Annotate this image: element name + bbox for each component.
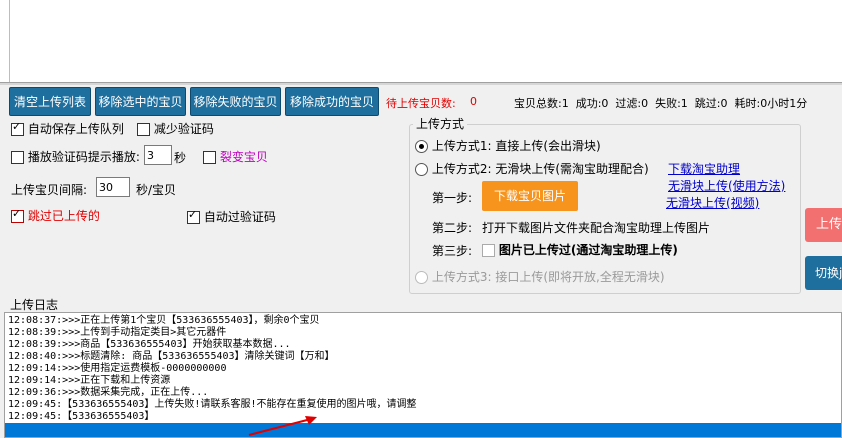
step2-label: 第二步: — [432, 221, 473, 235]
skip-uploaded-option[interactable]: 跳过已上传的 — [11, 207, 100, 224]
left-edge-strip — [0, 0, 10, 82]
log-line: 12:09:45:【533636555403】 — [8, 411, 155, 422]
mode2-label: 上传方式2: 无滑块上传(需淘宝助理配合) — [431, 162, 649, 176]
mode3-radio[interactable] — [415, 271, 428, 284]
step3-label: 第三步: — [432, 244, 473, 258]
mode3-option[interactable]: 上传方式3: 接口上传(即将开放,全程无滑块) — [415, 268, 665, 285]
log-line: 12:08:39:>>>上传到手动指定类目>其它元器件 — [8, 327, 227, 338]
auto-captcha-label: 自动过验证码 — [203, 210, 276, 224]
split-item-checkbox[interactable] — [203, 151, 216, 164]
log-line: 12:08:37:>>>正在上传第1个宝贝【533636555403】，剩余0个… — [8, 315, 320, 326]
remove-success-button[interactable]: 移除成功的宝贝 — [285, 87, 379, 116]
auto-save-queue-checkbox[interactable] — [11, 120, 24, 136]
interval-label: 上传宝贝间隔: — [11, 183, 88, 197]
top-blank-area — [0, 0, 842, 82]
remove-selected-button[interactable]: 移除选中的宝贝 — [95, 87, 186, 116]
log-line: 12:09:14:>>>正在下载和上传资源 — [8, 375, 171, 386]
mode1-option[interactable]: 上传方式1: 直接上传(会出滑块) — [415, 137, 601, 154]
mode1-label: 上传方式1: 直接上传(会出滑块) — [431, 139, 601, 153]
reduce-captcha-option[interactable]: 减少验证码 — [137, 120, 214, 137]
auto-save-queue-option[interactable]: 自动保存上传队列 — [11, 120, 124, 137]
log-line: 12:08:39:>>>商品【533636555403】开始获取基本数据... — [8, 339, 291, 350]
clear-list-button[interactable]: 清空上传列表 — [9, 87, 91, 116]
step1-label: 第一步: — [432, 191, 473, 205]
upload-log[interactable]: 12:08:37:>>>正在上传第1个宝贝【533636555403】，剩余0个… — [4, 312, 842, 438]
pending-count-value: 0 — [470, 95, 477, 108]
play-sound-checkbox[interactable] — [11, 151, 24, 164]
interval-unit: 秒/宝贝 — [136, 183, 177, 197]
mode2-option[interactable]: 上传方式2: 无滑块上传(需淘宝助理配合) — [415, 160, 649, 177]
no-slider-usage-link[interactable]: 无滑块上传(使用方法) — [668, 177, 785, 194]
auto-save-queue-label: 自动保存上传队列 — [27, 122, 124, 136]
upload-summary: 宝贝总数:1 成功:0 过滤:0 失败:1 跳过:0 耗时:0小时1分 — [514, 97, 808, 110]
download-helper-link[interactable]: 下载淘宝助理 — [668, 160, 740, 177]
interval-input[interactable] — [96, 177, 130, 197]
seconds-unit: 秒 — [174, 151, 187, 165]
download-images-button[interactable]: 下载宝贝图片 — [482, 181, 578, 211]
play-sound-label: 播放验证码提示播放: — [27, 150, 140, 164]
skip-uploaded-label: 跳过已上传的 — [27, 209, 100, 223]
switch-button[interactable]: 切换j — [805, 256, 842, 290]
split-item-option[interactable]: 裂变宝贝 — [203, 148, 268, 165]
step3-text: 图片已上传过(通过淘宝助理上传) — [498, 243, 678, 257]
mode3-label: 上传方式3: 接口上传(即将开放,全程无滑块) — [431, 270, 665, 284]
skip-uploaded-checkbox[interactable] — [11, 207, 24, 223]
remove-failed-button[interactable]: 移除失败的宝贝 — [190, 87, 281, 116]
auto-captcha-checkbox[interactable] — [187, 208, 200, 224]
log-line: 12:09:14:>>>使用指定运费模板-0000000000 — [8, 363, 227, 374]
log-line: 12:09:36:>>>数据采集完成，正在上传... — [8, 387, 209, 398]
pending-count-label: 待上传宝贝数: — [386, 97, 456, 110]
step3-option[interactable]: 图片已上传过(通过淘宝助理上传) — [482, 241, 678, 258]
mode2-radio[interactable] — [415, 163, 428, 176]
reduce-captcha-label: 减少验证码 — [153, 122, 214, 136]
top-separator — [0, 82, 842, 85]
auto-captcha-option[interactable]: 自动过验证码 — [187, 208, 276, 225]
upload-mode-title: 上传方式 — [413, 115, 468, 132]
log-line: 12:09:45:【533636555403】上传失败!请联系客服!不能存在重复… — [8, 399, 417, 410]
sound-seconds-input[interactable] — [144, 145, 172, 165]
log-selection-bar — [5, 423, 841, 437]
mode1-radio[interactable] — [415, 140, 428, 153]
annotation-arrow — [248, 416, 317, 436]
reduce-captcha-checkbox[interactable] — [137, 123, 150, 136]
split-item-label: 裂变宝贝 — [219, 150, 268, 164]
step3-checkbox[interactable] — [482, 244, 495, 257]
no-slider-video-link[interactable]: 无滑块上传(视频) — [666, 194, 759, 211]
upload-button[interactable]: 上传 — [805, 208, 842, 242]
step2-text: 打开下载图片文件夹配合淘宝助理上传图片 — [482, 221, 711, 235]
log-label: 上传日志 — [10, 298, 59, 312]
play-sound-option[interactable]: 播放验证码提示播放: — [11, 148, 140, 165]
log-line: 12:08:40:>>>标题清除: 商品【533636555403】清除关键词【… — [8, 351, 335, 362]
